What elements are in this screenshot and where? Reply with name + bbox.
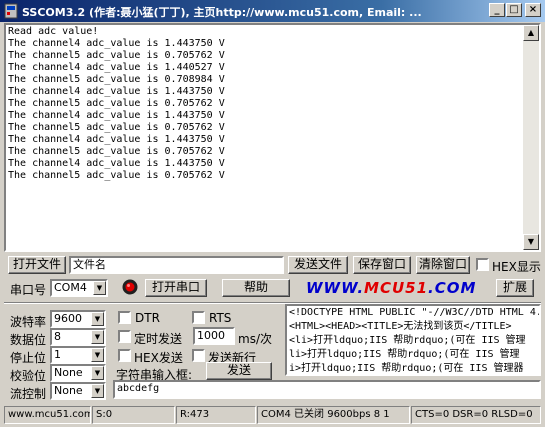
receive-line: The channel5 adc_value is 0.705762 V: [8, 50, 225, 61]
send-newline-checkbox[interactable]: [192, 349, 205, 362]
chevron-down-icon[interactable]: ▼: [91, 312, 104, 326]
timed-send-checkbox[interactable]: [118, 330, 131, 343]
receive-text: Read adc value! The channel4 adc_value is…: [8, 26, 523, 182]
open-file-button[interactable]: 打开文件: [8, 256, 66, 274]
chevron-down-icon[interactable]: ▼: [93, 281, 106, 295]
clear-window-button[interactable]: 清除窗口: [416, 256, 470, 274]
receive-line: Read adc value!: [8, 26, 99, 37]
databits-select[interactable]: 8 ▼: [50, 328, 106, 346]
expand-button[interactable]: 扩展: [496, 279, 534, 297]
port-label: 串口号: [10, 283, 47, 297]
html-line: <li>打开ldquo;IIS 帮助rdquo;(可在 IIS 管理: [289, 335, 526, 346]
send-button[interactable]: 发送: [206, 362, 272, 380]
flow-label: 流控制: [10, 387, 47, 401]
rts-checkbox[interactable]: [192, 311, 205, 324]
receive-area[interactable]: Read adc value! The channel4 adc_value is…: [4, 23, 541, 252]
receive-line: The channel4 adc_value is 1.443750 V: [8, 158, 225, 169]
dtr-checkbox[interactable]: [118, 311, 131, 324]
html-line: li>打开ldquo;IIS 帮助rdquo;(可在 IIS 管理: [289, 349, 520, 360]
interval-unit: ms/次: [238, 332, 272, 346]
parity-value: None: [54, 366, 83, 379]
port-status-indicator-icon: [122, 279, 138, 295]
receive-line: The channel5 adc_value is 0.705762 V: [8, 170, 225, 181]
receive-line: The channel4 adc_value is 1.443750 V: [8, 110, 225, 121]
receive-line: The channel5 adc_value is 0.705762 V: [8, 146, 225, 157]
html-line: <HTML><HEAD><TITLE>无法找到该页</TITLE>: [289, 321, 512, 332]
baud-value: 9600: [54, 312, 82, 325]
file-name-field[interactable]: 文件名: [69, 256, 284, 274]
mcu51-logo[interactable]: WWW.MCU51.COM: [306, 279, 476, 297]
send-file-button[interactable]: 发送文件: [288, 256, 348, 274]
receive-line: The channel4 adc_value is 1.443750 V: [8, 134, 225, 145]
databits-value: 8: [54, 330, 61, 343]
chevron-down-icon[interactable]: ▼: [91, 366, 104, 380]
status-sent: S:0: [92, 406, 175, 424]
status-received: R:473: [176, 406, 256, 424]
receive-line: The channel5 adc_value is 0.708984 V: [8, 74, 225, 85]
baud-select[interactable]: 9600 ▼: [50, 310, 106, 328]
save-window-button[interactable]: 保存窗口: [353, 256, 411, 274]
hex-send-checkbox[interactable]: [118, 349, 131, 362]
chevron-down-icon[interactable]: ▼: [91, 384, 104, 398]
parity-label: 校验位: [10, 369, 47, 383]
html-line: <!DOCTYPE HTML PUBLIC "-//W3C//DTD HTML …: [289, 307, 541, 318]
open-port-button[interactable]: 打开串口: [145, 279, 207, 297]
help-button[interactable]: 帮助: [222, 279, 290, 297]
stopbits-select[interactable]: 1 ▼: [50, 346, 106, 364]
receive-line: The channel4 adc_value is 1.440527 V: [8, 62, 225, 73]
parity-select[interactable]: None ▼: [50, 364, 106, 382]
minimize-button[interactable]: _: [489, 3, 505, 17]
scroll-down-icon[interactable]: ▼: [523, 234, 539, 250]
port-select[interactable]: COM4 ▼: [50, 279, 108, 297]
timed-send-label: 定时发送: [134, 332, 183, 346]
window-title: SSCOM3.2 (作者:聂小猛(丁丁), 主页http://www.mcu51…: [22, 6, 422, 19]
interval-input[interactable]: 1000: [193, 327, 235, 345]
status-site: www.mcu51.com: [4, 406, 91, 424]
hex-display-label: HEX显示: [492, 260, 541, 274]
scroll-up-icon[interactable]: ▲: [523, 25, 539, 41]
receive-line: The channel4 adc_value is 1.443750 V: [8, 86, 225, 97]
port-value: COM4: [54, 281, 87, 294]
stopbits-value: 1: [54, 348, 61, 361]
status-port: COM4 已关闭 9600bps 8 1: [257, 406, 410, 424]
html-preview-area[interactable]: <!DOCTYPE HTML PUBLIC "-//W3C//DTD HTML …: [285, 304, 541, 376]
status-lines: CTS=0 DSR=0 RLSD=0: [411, 406, 541, 424]
flow-value: None: [54, 384, 83, 397]
close-button[interactable]: ×: [525, 3, 541, 17]
baud-label: 波特率: [10, 315, 47, 329]
dtr-label: DTR: [135, 311, 160, 325]
send-input[interactable]: abcdefg: [113, 380, 541, 399]
receive-line: The channel5 adc_value is 0.705762 V: [8, 98, 225, 109]
chevron-down-icon[interactable]: ▼: [91, 348, 104, 362]
hex-display-checkbox[interactable]: [476, 258, 489, 271]
receive-line: The channel4 adc_value is 1.443750 V: [8, 38, 225, 49]
html-preview-text: <!DOCTYPE HTML PUBLIC "-//W3C//DTD HTML …: [287, 306, 541, 374]
hex-send-label: HEX发送: [134, 351, 183, 365]
maximize-button[interactable]: □: [506, 3, 522, 17]
databits-label: 数据位: [10, 333, 47, 347]
receive-line: The channel5 adc_value is 0.705762 V: [8, 122, 225, 133]
stopbits-label: 停止位: [10, 351, 47, 365]
app-icon: [4, 3, 18, 19]
title-bar: SSCOM3.2 (作者:聂小猛(丁丁), 主页http://www.mcu51…: [0, 0, 545, 22]
html-line: i>打开ldquo;IIS 帮助rdquo;(可在 IIS 管理器: [289, 363, 524, 374]
chevron-down-icon[interactable]: ▼: [91, 330, 104, 344]
vertical-scrollbar[interactable]: ▲ ▼: [523, 25, 539, 250]
flow-select[interactable]: None ▼: [50, 382, 106, 400]
rts-label: RTS: [209, 311, 232, 325]
